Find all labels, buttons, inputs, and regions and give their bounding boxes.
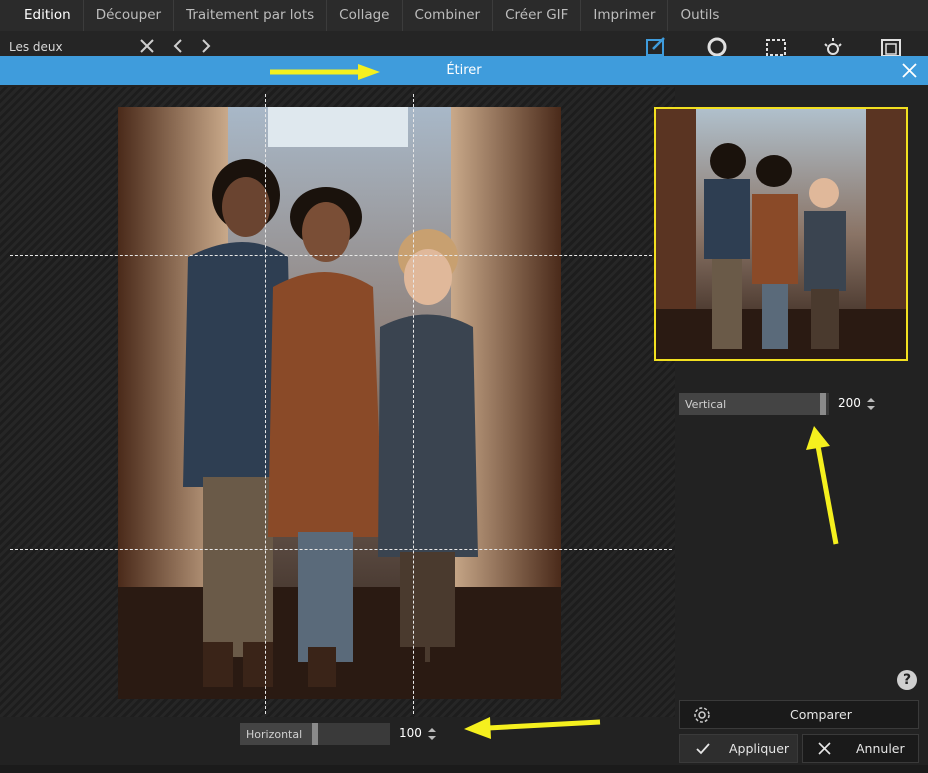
redo-icon[interactable]	[196, 36, 218, 56]
horizontal-value[interactable]: 100	[399, 726, 422, 740]
guide-line-vertical-left[interactable]	[265, 94, 266, 714]
menu-item-creer-gif[interactable]: Créer GIF	[493, 0, 582, 31]
check-icon	[696, 743, 710, 755]
preview-image	[654, 107, 908, 361]
preview-illustration	[656, 109, 906, 359]
bottom-strip	[0, 765, 928, 773]
cancel-button[interactable]: Annuler	[802, 734, 919, 763]
close-icon[interactable]	[137, 36, 159, 56]
guide-line-horizontal-top[interactable]	[10, 255, 672, 256]
cancel-button-label: Annuler	[856, 741, 905, 756]
menu-item-collage[interactable]: Collage	[327, 0, 403, 31]
crop-icon[interactable]	[765, 36, 787, 56]
horizontal-slider[interactable]: Horizontal	[240, 723, 390, 745]
apply-button[interactable]: Appliquer	[679, 734, 798, 763]
help-button[interactable]: ?	[897, 670, 917, 690]
main-image	[118, 107, 561, 699]
annotation-arrow-right-icon	[270, 64, 380, 80]
annotation-arrow-left-icon	[464, 717, 601, 739]
compare-icon	[694, 707, 710, 723]
menu-item-edition[interactable]: Edition	[12, 0, 84, 31]
sub-toolbar: Les deux	[0, 31, 928, 56]
annotation-arrow-up-icon	[806, 426, 839, 545]
frame-icon[interactable]	[880, 36, 902, 56]
horizontal-slider-label: Horizontal	[246, 728, 303, 741]
search-icon[interactable]	[706, 36, 728, 56]
horizontal-slider-thumb[interactable]	[312, 723, 318, 745]
brightness-icon[interactable]	[822, 36, 844, 56]
menu-item-outils[interactable]: Outils	[668, 0, 731, 31]
dialog-title-bar: Étirer	[0, 56, 928, 85]
menu-item-traitement-par-lots[interactable]: Traitement par lots	[174, 0, 328, 31]
dialog-title: Étirer	[446, 63, 482, 78]
vertical-value[interactable]: 200	[838, 396, 861, 410]
apply-button-label: Appliquer	[729, 741, 790, 756]
document-title: Les deux	[9, 40, 63, 54]
undo-icon[interactable]	[168, 36, 190, 56]
vertical-slider-label: Vertical	[685, 398, 727, 411]
guide-line-horizontal-bottom[interactable]	[10, 549, 672, 550]
menu-bar: Edition Découper Traitement par lots Col…	[0, 0, 928, 31]
close-icon	[818, 742, 831, 755]
vertical-spin-icon[interactable]	[867, 397, 875, 411]
guide-line-vertical-right[interactable]	[413, 94, 414, 714]
main-image-illustration	[118, 107, 561, 699]
menu-item-imprimer[interactable]: Imprimer	[581, 0, 669, 31]
vertical-slider[interactable]: Vertical	[679, 393, 829, 415]
close-icon[interactable]	[901, 62, 918, 79]
menu-item-decouper[interactable]: Découper	[84, 0, 175, 31]
horizontal-spin-icon[interactable]	[428, 727, 436, 741]
vertical-slider-thumb[interactable]	[820, 393, 826, 415]
menu-item-combiner[interactable]: Combiner	[403, 0, 494, 31]
edit-icon[interactable]	[645, 36, 667, 56]
compare-button[interactable]: Comparer	[679, 700, 919, 729]
compare-button-label: Comparer	[790, 707, 852, 722]
